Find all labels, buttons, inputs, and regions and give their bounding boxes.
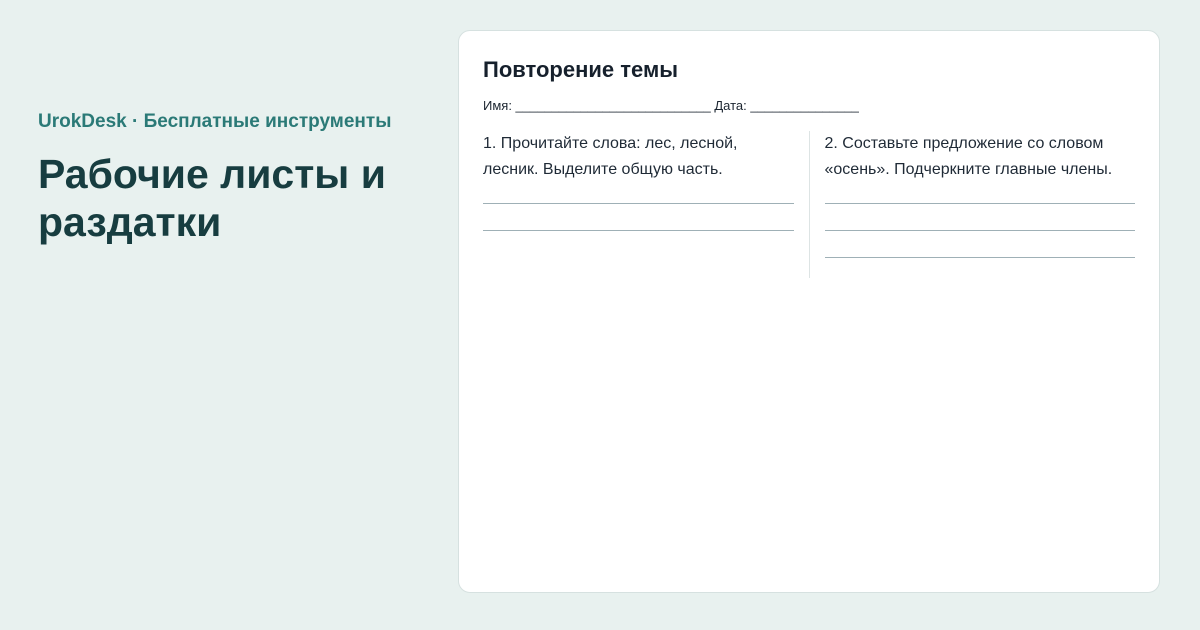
brand-tagline: UrokDesk · Бесплатные инструменты xyxy=(38,111,392,132)
worksheet-preview-card: Повторение темы Имя: ___________________… xyxy=(458,30,1160,593)
hero: UrokDesk · Бесплатные инструменты Рабочи… xyxy=(38,108,438,246)
name-date-field: Имя: ___________________________ Дата: _… xyxy=(483,98,859,113)
answer-line xyxy=(824,230,1135,231)
hero-title: Рабочие листы и раздатки xyxy=(38,151,386,245)
worksheet-title: Повторение темы xyxy=(483,57,679,82)
page: UrokDesk · Бесплатные инструменты Рабочи… xyxy=(0,0,1200,630)
task-columns: 1. Прочитайте слова: лес, лесной, лесник… xyxy=(483,131,1135,278)
task-2: 2. Составьте предложение со словом «осен… xyxy=(810,131,1135,278)
answer-line xyxy=(483,203,794,204)
task-1-text: 1. Прочитайте слова: лес, лесной, лесник… xyxy=(483,135,738,178)
answer-line xyxy=(824,257,1135,258)
task-1: 1. Прочитайте слова: лес, лесной, лесник… xyxy=(483,131,810,278)
task-2-text: 2. Составьте предложение со словом «осен… xyxy=(824,135,1113,178)
answer-line xyxy=(483,230,794,231)
answer-line xyxy=(824,203,1135,204)
